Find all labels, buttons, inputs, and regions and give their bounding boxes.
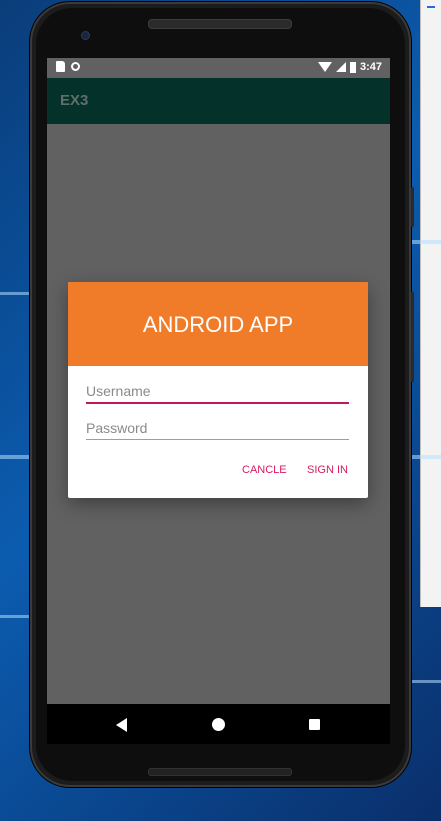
status-clock: 3:47 [359, 61, 382, 73]
wallpaper-light-streak [0, 455, 30, 459]
back-icon[interactable] [116, 718, 127, 732]
status-right-icons: 3:47 [317, 61, 382, 73]
bottom-speaker-grille [148, 768, 292, 776]
login-dialog: ANDROID APP CANCLE SIGN IN [68, 282, 368, 498]
window-accent-line [427, 6, 435, 8]
app-toolbar: EX3 [47, 78, 390, 124]
app-title: EX3 [60, 92, 89, 109]
home-icon[interactable] [212, 718, 225, 731]
sd-card-icon [56, 61, 65, 72]
front-camera-icon [81, 31, 90, 40]
username-input[interactable] [86, 380, 349, 404]
cancel-button[interactable]: CANCLE [238, 462, 291, 478]
power-button[interactable] [411, 187, 414, 227]
battery-icon [349, 61, 356, 73]
status-bar: 3:47 [47, 58, 390, 78]
dialog-title: ANDROID APP [142, 312, 294, 337]
wifi-icon [317, 62, 332, 72]
background-window [420, 0, 441, 607]
wallpaper-light-streak [412, 240, 441, 244]
phone-screen: 3:47 EX3 ANDROID APP CANCLE SIGN IN [47, 58, 390, 744]
password-input[interactable] [86, 417, 349, 440]
signal-icon [335, 62, 346, 72]
sign-in-button[interactable]: SIGN IN [303, 462, 352, 478]
wallpaper-light-streak [412, 680, 441, 683]
status-left-icons [56, 61, 80, 72]
volume-button[interactable] [411, 292, 414, 382]
navigation-bar [47, 704, 390, 744]
wallpaper-light-streak [412, 455, 441, 459]
recents-icon[interactable] [309, 719, 320, 730]
wallpaper-light-streak [0, 615, 30, 618]
dialog-header: ANDROID APP [68, 282, 368, 366]
circle-icon [71, 62, 80, 71]
wallpaper-light-streak [0, 292, 30, 295]
top-speaker-grille [148, 19, 292, 29]
